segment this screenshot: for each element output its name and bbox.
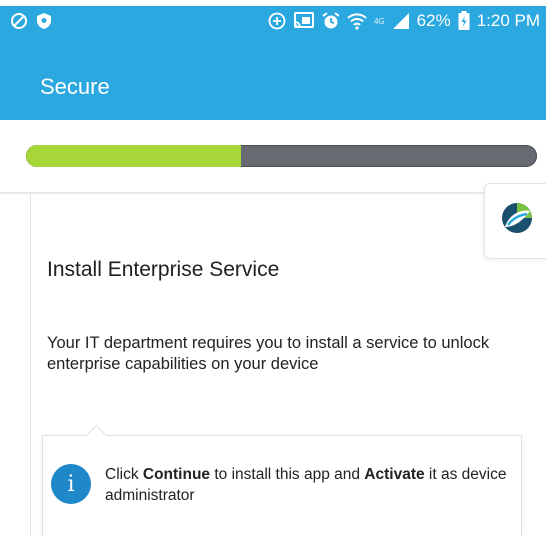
clock-time: 1:20 PM <box>476 11 540 30</box>
battery-icon <box>458 10 470 32</box>
battery-percent: 62% <box>416 11 451 30</box>
alarm-icon <box>322 10 340 32</box>
progress-fill <box>26 145 241 167</box>
network-type-label: 4G <box>373 16 385 26</box>
description-text: Your IT department requires you to insta… <box>47 334 490 373</box>
cast-icon <box>293 10 315 32</box>
shield-icon <box>36 10 52 32</box>
instruction-card: i Click Continue to install this app and… <box>42 424 522 536</box>
add-circle-icon <box>268 10 286 32</box>
wifi-icon <box>347 10 367 32</box>
instruction-text: Click Continue to install this app and A… <box>105 466 507 504</box>
status-bar: 4G 62% 1:20 PM <box>0 6 546 38</box>
app-title: Secure <box>40 74 110 99</box>
app-bar: Secure <box>0 38 546 120</box>
app-logo-icon <box>502 203 532 233</box>
app-logo-tab[interactable] <box>484 183 546 259</box>
info-icon: i <box>51 464 91 504</box>
page-heading: Install Enterprise Service <box>47 258 280 281</box>
continue-emphasis: Continue <box>142 466 211 483</box>
content-divider <box>30 194 31 535</box>
progress-section <box>0 120 546 194</box>
blocked-icon <box>10 10 28 32</box>
signal-icon <box>392 10 410 32</box>
activate-emphasis: Activate <box>364 466 425 483</box>
progress-bar <box>26 145 537 167</box>
